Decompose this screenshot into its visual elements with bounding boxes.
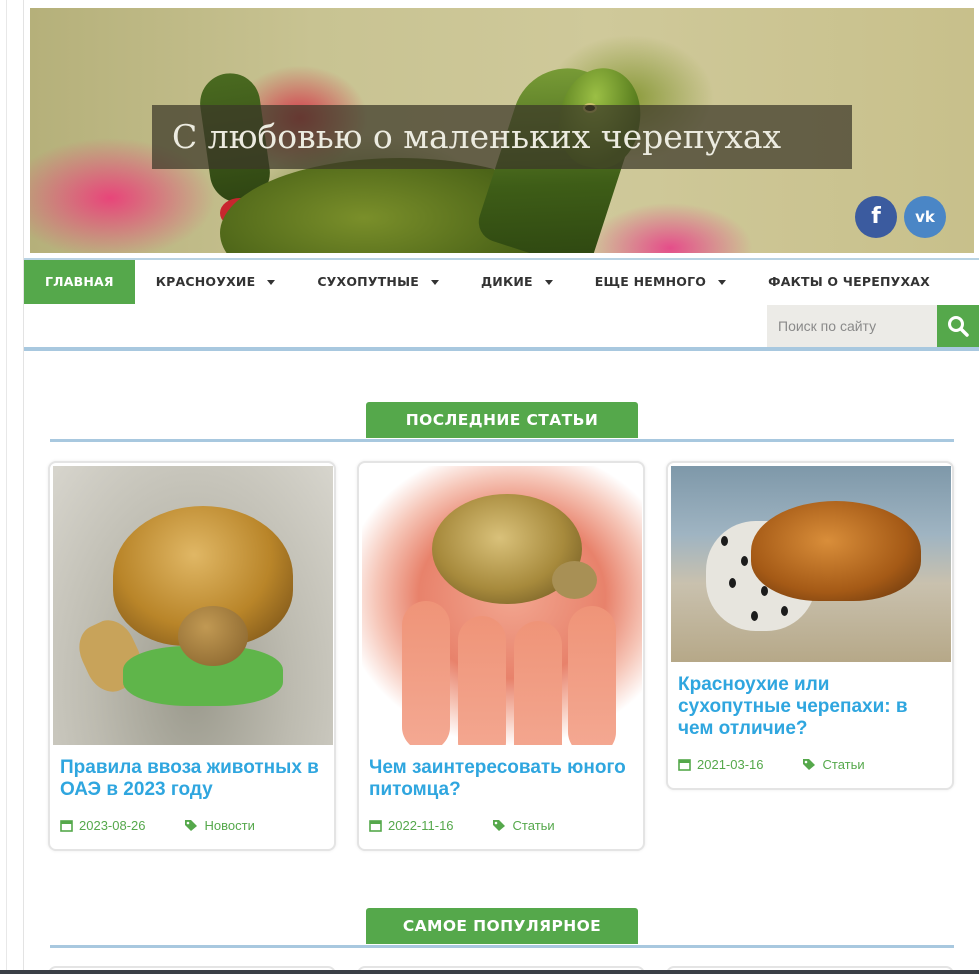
article-card[interactable]: Чем заинтересовать юного питомца? 2022-1…: [357, 461, 645, 851]
header-banner: С любовью о маленьких черепухах f vk: [30, 8, 974, 253]
article-category[interactable]: Статьи: [802, 757, 865, 772]
article-title[interactable]: Правила ввоза животных в ОАЭ в 2023 году: [50, 745, 334, 801]
nav-item-land[interactable]: СУХОПУТНЫЕ: [296, 260, 460, 304]
section-heading-popular: САМОЕ ПОПУЛЯРНОЕ: [50, 908, 954, 948]
article-card[interactable]: Правила ввоза животных в ОАЭ в 2023 году…: [48, 461, 336, 851]
article-category[interactable]: Статьи: [492, 818, 555, 833]
search-icon: [948, 316, 969, 337]
article-image[interactable]: [671, 466, 951, 662]
main-nav: ГЛАВНАЯ КРАСНОУХИЕ СУХОПУТНЫЕ ДИКИЕ ЕЩЕ …: [24, 260, 979, 304]
facebook-icon[interactable]: f: [855, 196, 897, 238]
article-card[interactable]: Красноухие или сухопутные черепахи: в че…: [666, 461, 954, 790]
section-title: САМОЕ ПОПУЛЯРНОЕ: [366, 908, 638, 944]
caret-down-icon: [430, 279, 439, 285]
caret-down-icon: [544, 279, 553, 285]
taskbar-edge: [0, 970, 979, 974]
search-input[interactable]: [767, 305, 937, 347]
calendar-icon: [678, 759, 691, 771]
nav-item-facts[interactable]: ФАКТЫ О ЧЕРЕПУХАХ: [747, 260, 951, 304]
article-date: 2023-08-26: [60, 818, 146, 833]
nav-item-home[interactable]: ГЛАВНАЯ: [24, 260, 135, 304]
article-title[interactable]: Красноухие или сухопутные черепахи: в че…: [668, 662, 952, 740]
tags-icon: [184, 820, 197, 831]
page-frame-left: [0, 0, 24, 974]
nav-item-wild[interactable]: ДИКИЕ: [460, 260, 574, 304]
caret-down-icon: [267, 279, 276, 285]
article-category[interactable]: Новости: [184, 818, 255, 833]
site-title[interactable]: С любовью о маленьких черепухах: [152, 105, 852, 169]
nav-item-redeared[interactable]: КРАСНОУХИЕ: [135, 260, 297, 304]
article-image[interactable]: [362, 466, 642, 745]
nav-item-more[interactable]: ЕЩЕ НЕМНОГО: [574, 260, 747, 304]
tags-icon: [802, 759, 815, 770]
caret-down-icon: [718, 279, 727, 285]
section-title: ПОСЛЕДНИЕ СТАТЬИ: [366, 402, 638, 438]
article-image[interactable]: [53, 466, 333, 745]
article-title[interactable]: Чем заинтересовать юного питомца?: [359, 745, 643, 801]
calendar-icon: [60, 820, 73, 832]
calendar-icon: [369, 820, 382, 832]
search-button[interactable]: [937, 305, 979, 347]
tags-icon: [492, 820, 505, 831]
vk-icon[interactable]: vk: [904, 196, 946, 238]
section-heading-latest: ПОСЛЕДНИЕ СТАТЬИ: [50, 402, 954, 442]
article-date: 2021-03-16: [678, 757, 764, 772]
article-date: 2022-11-16: [369, 818, 454, 833]
nav-bottom-rule: [24, 347, 979, 351]
